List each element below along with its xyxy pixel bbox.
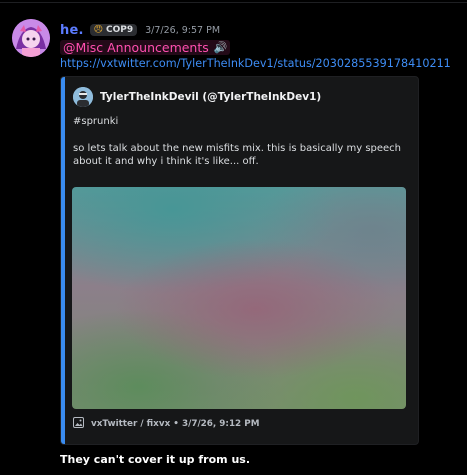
embed-image[interactable] — [72, 187, 406, 409]
message-timestamp: 3/7/26, 9:57 PM — [145, 24, 221, 36]
link-embed: TylerTheInkDevil (@TylerTheInkDev1) #spr… — [60, 76, 419, 445]
embed-footer: vxTwitter / fixvx • 3/7/26, 9:12 PM — [73, 417, 259, 431]
angry-face-icon: 😠 — [93, 25, 104, 35]
top-divider — [0, 2, 467, 3]
image-icon — [73, 417, 84, 431]
followup-message: They can't cover it up from us. — [60, 453, 250, 466]
user-avatar[interactable] — [12, 19, 50, 57]
tweet-link[interactable]: https://vxtwitter.com/TylerTheInkDev1/st… — [60, 57, 451, 70]
embed-author[interactable]: TylerTheInkDevil (@TylerTheInkDev1) — [73, 87, 321, 107]
avatar-art — [12, 19, 50, 57]
embed-accent-bar — [61, 77, 65, 444]
clan-tag[interactable]: 😠 COP9 — [89, 24, 138, 36]
author-avatar — [73, 87, 93, 107]
clan-tag-label: COP9 — [106, 25, 134, 35]
role-mention-label: @Misc Announcements — [63, 39, 209, 55]
embed-text-line-2: about it and why i think it's like... of… — [73, 156, 259, 167]
embed-hashtag[interactable]: #sprunki — [73, 115, 408, 128]
embed-description: #sprunki so lets talk about the new misf… — [73, 115, 408, 168]
embed-author-name: TylerTheInkDevil (@TylerTheInkDev1) — [100, 91, 322, 103]
username[interactable]: he. — [60, 23, 84, 38]
embed-text-line-1: so lets talk about the new misfits mix. … — [73, 143, 402, 154]
role-mention[interactable]: @Misc Announcements 🔊 — [60, 39, 231, 55]
embed-footer-text: vxTwitter / fixvx • 3/7/26, 9:12 PM — [91, 419, 260, 429]
mention-row: @Misc Announcements 🔊 — [60, 38, 231, 56]
message-header: he. 😠 COP9 3/7/26, 9:57 PM — [60, 21, 220, 39]
speaker-icon: 🔊 — [213, 40, 228, 54]
